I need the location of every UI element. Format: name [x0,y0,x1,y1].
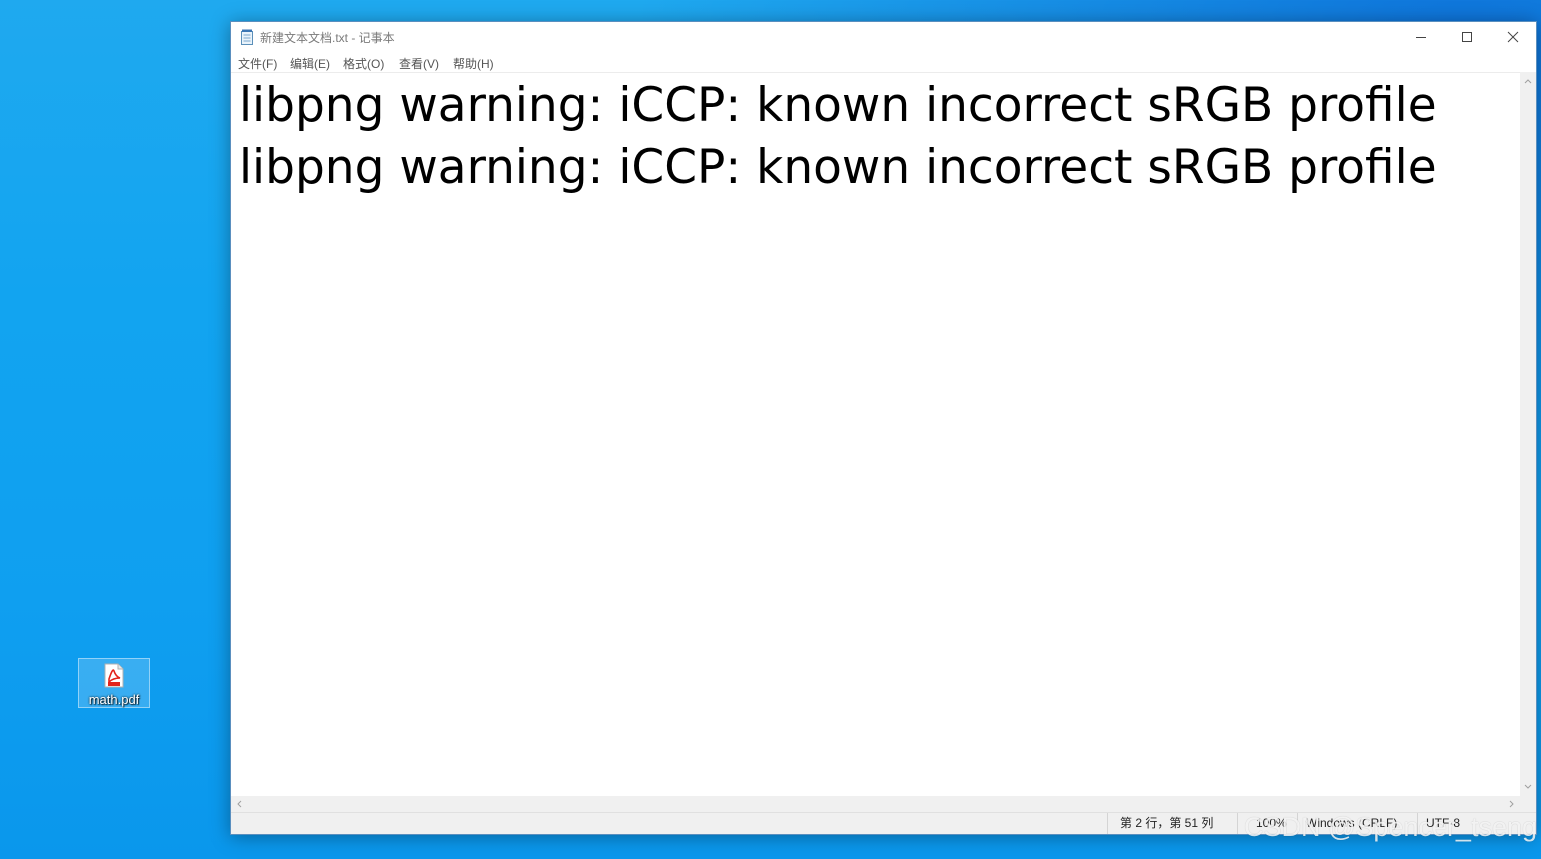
minimize-icon [1416,37,1426,38]
text-editor-area[interactable]: libpng warning: iCCP: known incorrect sR… [231,72,1521,797]
pdf-file-icon [103,663,125,688]
desktop-icon-label: math.pdf [88,692,140,707]
maximize-button[interactable] [1444,22,1490,52]
scroll-up-icon[interactable] [1524,78,1532,84]
notepad-window: 新建文本文档.txt - 记事本 文件(F) 编辑(E) 格式(O) 查看(V)… [230,21,1537,835]
minimize-button[interactable] [1398,22,1444,52]
menu-help[interactable]: 帮助(H) [453,55,494,72]
menu-edit[interactable]: 编辑(E) [290,55,330,72]
close-button[interactable] [1490,22,1536,52]
menu-format[interactable]: 格式(O) [343,55,384,72]
menu-view[interactable]: 查看(V) [399,55,439,72]
menu-bar: 文件(F) 编辑(E) 格式(O) 查看(V) 帮助(H) [231,52,1536,72]
status-cursor-position: 第 2 行，第 51 列 [1107,813,1237,834]
window-title: 新建文本文档.txt - 记事本 [260,31,395,45]
scroll-down-icon[interactable] [1524,784,1532,790]
scrollbar-corner [1520,796,1536,812]
editor-line: libpng warning: iCCP: known incorrect sR… [239,140,1437,195]
close-icon [1507,31,1519,43]
scroll-right-icon[interactable] [1509,800,1515,808]
notepad-icon [240,29,254,45]
horizontal-scrollbar[interactable] [231,796,1520,812]
scroll-left-icon[interactable] [236,800,242,808]
vertical-scrollbar[interactable] [1520,72,1536,796]
maximize-icon [1462,32,1472,42]
editor-line: libpng warning: iCCP: known incorrect sR… [239,78,1437,133]
desktop-icon-math-pdf[interactable]: math.pdf [78,658,150,708]
menu-file[interactable]: 文件(F) [238,55,277,72]
title-bar[interactable]: 新建文本文档.txt - 记事本 [231,22,1536,52]
watermark-text: CSDN @Spencer_tseng [1243,812,1537,842]
